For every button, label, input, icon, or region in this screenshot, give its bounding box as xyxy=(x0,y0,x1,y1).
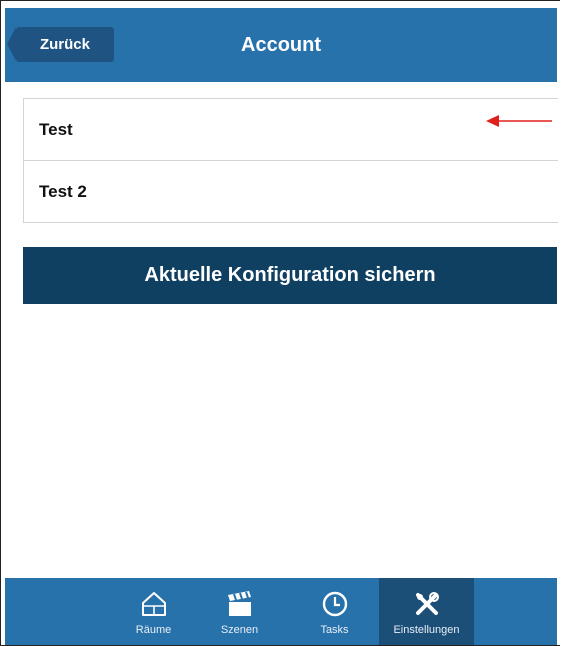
tab-raeume[interactable]: Räume xyxy=(106,578,201,645)
list-item[interactable]: Test 2 xyxy=(24,160,558,222)
account-label: Test xyxy=(39,119,73,139)
tab-tasks[interactable]: Tasks xyxy=(287,578,382,645)
page-title: Account xyxy=(241,34,321,56)
tab-label: Einstellungen xyxy=(393,624,460,636)
tab-label: Szenen xyxy=(220,624,259,636)
tab-einstellungen[interactable]: Einstellungen xyxy=(379,578,474,645)
save-configuration-label: Aktuelle Konfiguration sichern xyxy=(144,264,436,286)
save-configuration-button[interactable]: Aktuelle Konfiguration sichern xyxy=(23,247,557,304)
list-item[interactable]: Test xyxy=(24,99,558,160)
clock-icon xyxy=(322,591,347,617)
tools-icon xyxy=(415,592,439,615)
tab-label: Räume xyxy=(135,624,172,636)
app-frame: Zurück Account Test Test 2 Aktuelle Konf… xyxy=(0,0,560,646)
account-label: Test 2 xyxy=(39,181,87,201)
header-bar: Zurück Account xyxy=(5,8,557,82)
account-list: Test Test 2 xyxy=(23,98,558,223)
tab-szenen[interactable]: Szenen xyxy=(192,578,287,645)
house-icon xyxy=(141,592,166,616)
tab-bar: Räume Szenen Tasks Einstellungen xyxy=(5,578,557,645)
tab-label: Tasks xyxy=(320,624,349,636)
annotation-arrow-icon xyxy=(486,115,552,127)
clapperboard-icon xyxy=(227,591,251,616)
